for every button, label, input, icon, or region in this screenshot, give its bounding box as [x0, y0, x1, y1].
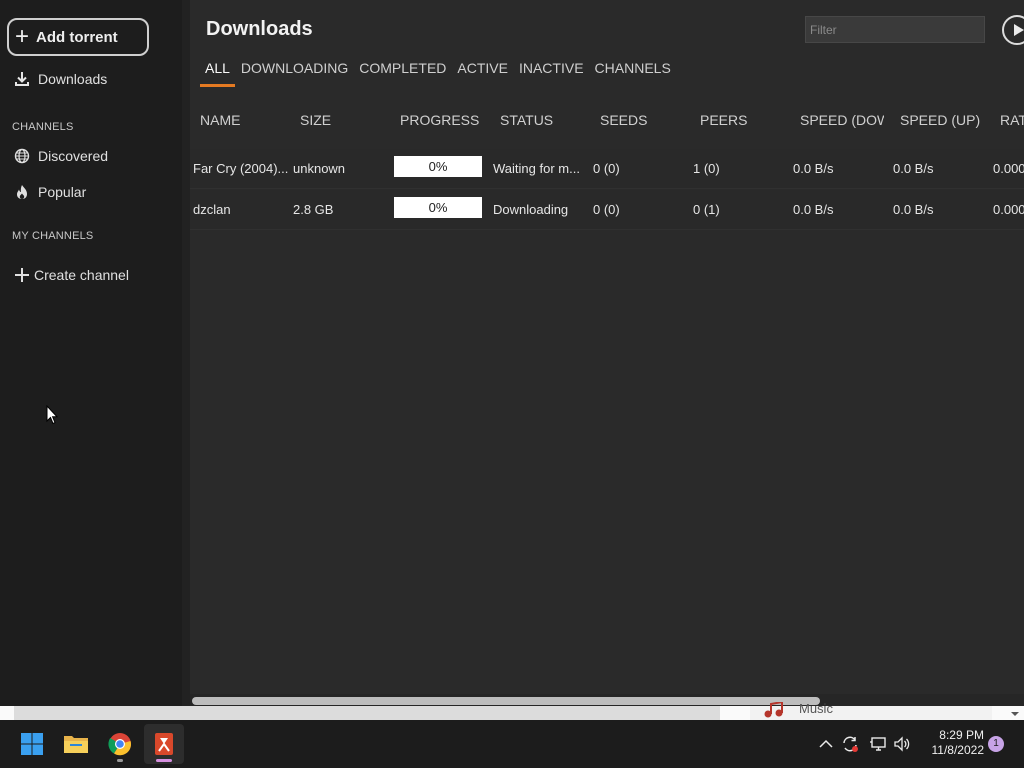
cell-seeds: 0 (0)	[593, 161, 620, 176]
sidebar-item-downloads[interactable]: Downloads	[12, 71, 107, 87]
cell-size: unknown	[293, 161, 346, 176]
cell-ratio: 0.000	[993, 202, 1024, 217]
filter-tabs: ALL DOWNLOADING COMPLETED ACTIVE INACTIV…	[200, 58, 677, 90]
cell-seeds: 0 (0)	[593, 202, 620, 217]
folder-icon	[64, 736, 88, 753]
table-row[interactable]: dzclan 2.8 GB 0% Downloading 0 (0) 0 (1)…	[190, 190, 1024, 230]
tribler-icon	[155, 733, 173, 755]
filter-input[interactable]	[805, 16, 985, 43]
column-header-seeds[interactable]: SEEDS	[600, 112, 647, 128]
sidebar-item-popular-label: Popular	[38, 184, 87, 200]
tribler-window: + Add torrent Downloads CHANNELS Discove…	[0, 0, 1024, 706]
page-title: Downloads	[206, 18, 313, 40]
running-indicator	[156, 759, 172, 762]
progress-bar: 0%	[394, 156, 482, 177]
download-icon	[12, 71, 32, 87]
show-hidden-icons-button[interactable]	[816, 734, 836, 754]
chevron-up-icon	[819, 739, 833, 748]
background-window-left	[14, 706, 720, 720]
create-channel-button[interactable]: Create channel	[12, 267, 129, 283]
sidebar-divider	[182, 0, 190, 706]
cell-peers: 0 (1)	[693, 202, 720, 217]
tribler-button[interactable]	[144, 724, 184, 764]
column-header-name[interactable]: NAME	[200, 112, 240, 128]
background-window	[0, 706, 1024, 720]
cell-ratio: 0.000	[993, 161, 1024, 176]
progress-bar: 0%	[394, 197, 482, 218]
horizontal-scrollbar-thumb[interactable]	[192, 697, 820, 705]
running-indicator	[117, 759, 123, 762]
windows-icon	[21, 733, 43, 755]
column-header-status[interactable]: STATUS	[500, 112, 553, 128]
column-header-peers[interactable]: PEERS	[700, 112, 747, 128]
cell-status: Waiting for m...	[493, 161, 580, 176]
clock-time: 8:29 PM	[939, 728, 984, 742]
tab-downloading[interactable]: DOWNLOADING	[236, 58, 353, 87]
table-row[interactable]: Far Cry (2004)... unknown 0% Waiting for…	[190, 149, 1024, 189]
cell-speed-down: 0.0 B/s	[793, 202, 834, 217]
column-header-size[interactable]: SIZE	[300, 112, 331, 128]
sidebar: + Add torrent Downloads CHANNELS Discove…	[0, 0, 182, 706]
column-header-speed-down[interactable]: SPEED (DOW	[800, 112, 884, 128]
play-icon	[1014, 24, 1024, 36]
add-torrent-button[interactable]: + Add torrent	[7, 18, 149, 56]
cell-speed-down: 0.0 B/s	[793, 161, 834, 176]
column-header-ratio[interactable]: RAT	[1000, 112, 1024, 128]
channels-heading: CHANNELS	[12, 121, 74, 133]
tab-inactive[interactable]: INACTIVE	[514, 58, 589, 87]
add-torrent-label: Add torrent	[36, 28, 118, 46]
cell-speed-up: 0.0 B/s	[893, 202, 934, 217]
sidebar-item-downloads-label: Downloads	[38, 71, 108, 87]
network-icon[interactable]	[868, 734, 888, 754]
fire-icon	[12, 184, 32, 200]
sync-icon[interactable]	[840, 734, 860, 754]
clock[interactable]: 8:29 PM 11/8/2022	[920, 728, 985, 758]
volume-icon[interactable]	[892, 734, 912, 754]
cell-size: 2.8 GB	[293, 202, 334, 217]
clock-date: 11/8/2022	[931, 743, 985, 757]
chrome-icon	[108, 733, 132, 756]
start-button[interactable]	[12, 724, 52, 764]
globe-icon	[12, 148, 32, 164]
cell-status: Downloading	[493, 202, 569, 217]
column-header-speed-up[interactable]: SPEED (UP)	[900, 112, 980, 128]
cell-name: dzclan	[193, 202, 231, 217]
tab-channels[interactable]: CHANNELS	[590, 58, 676, 87]
notification-badge[interactable]: 1	[988, 736, 1004, 752]
column-header-progress[interactable]: PROGRESS	[400, 112, 479, 128]
tab-active[interactable]: ACTIVE	[452, 58, 513, 87]
plus-icon: +	[15, 23, 30, 50]
play-button[interactable]	[1002, 15, 1024, 45]
sidebar-item-discovered[interactable]: Discovered	[12, 148, 108, 164]
sidebar-item-popular[interactable]: Popular	[12, 184, 86, 200]
cell-speed-up: 0.0 B/s	[893, 161, 934, 176]
create-channel-label: Create channel	[34, 267, 129, 283]
background-window-right	[750, 706, 992, 720]
cell-peers: 1 (0)	[693, 161, 720, 176]
taskbar	[0, 720, 1024, 768]
plus-icon	[12, 267, 32, 283]
file-explorer-button[interactable]	[56, 724, 96, 764]
music-label[interactable]: Music	[799, 701, 833, 716]
mouse-cursor-icon	[46, 404, 59, 430]
my-channels-heading: MY CHANNELS	[12, 230, 94, 242]
chrome-button[interactable]	[100, 724, 140, 764]
tab-all[interactable]: ALL	[200, 58, 235, 87]
tab-completed[interactable]: COMPLETED	[354, 58, 451, 87]
cell-name: Far Cry (2004)...	[193, 161, 289, 176]
sidebar-item-discovered-label: Discovered	[38, 148, 109, 164]
